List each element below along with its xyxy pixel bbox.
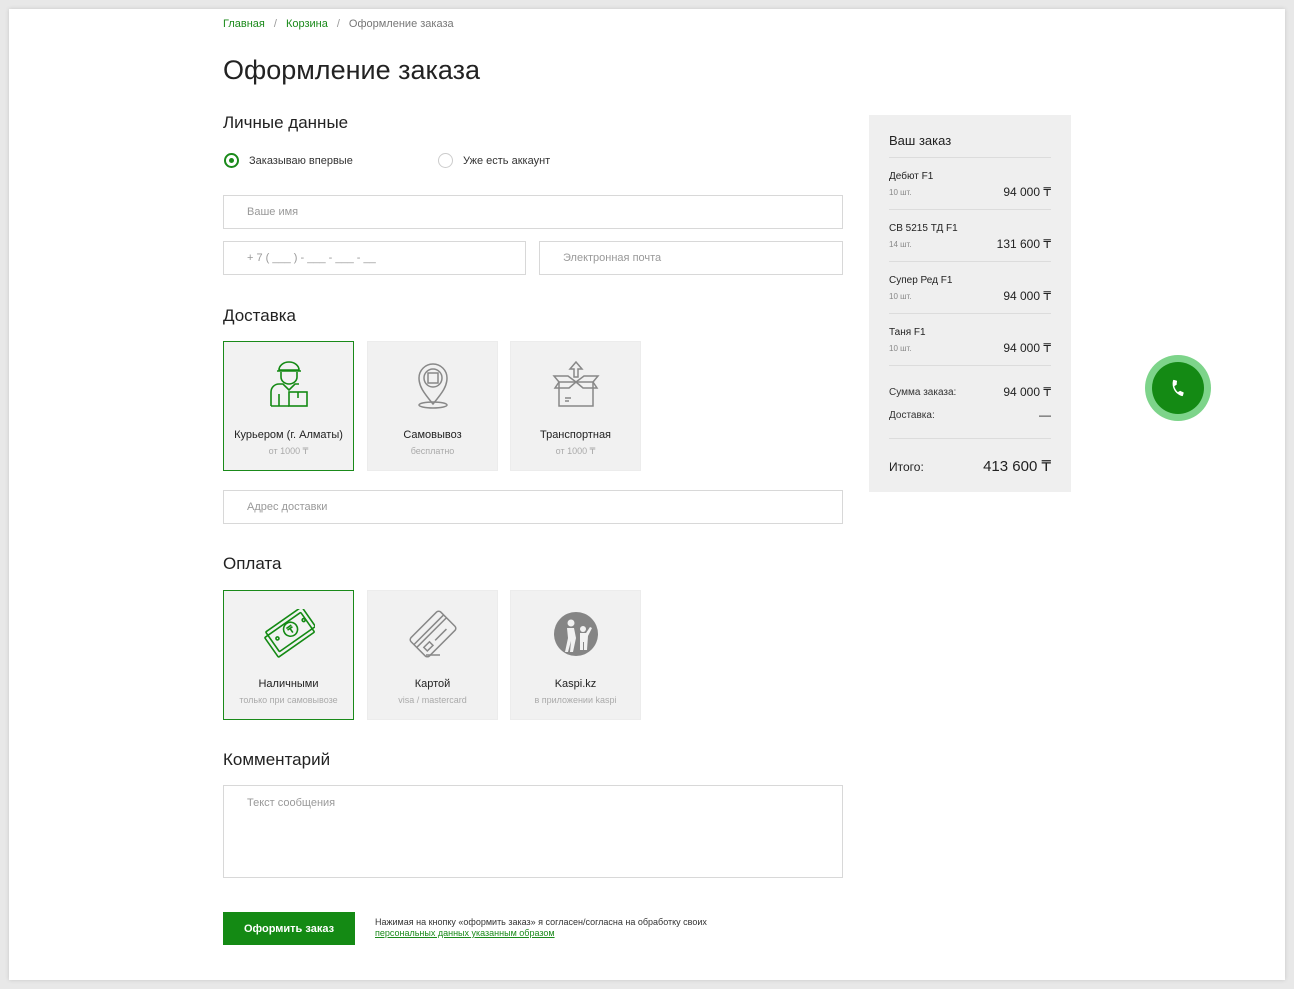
order-item-qty: 10 шт. (889, 344, 912, 353)
delivery-option-pickup[interactable]: Самовывоз бесплатно (367, 341, 498, 471)
breadcrumb-separator: / (336, 18, 340, 30)
delivery-option-title: Транспортная (539, 429, 612, 441)
payment-option-title: Картой (414, 678, 451, 690)
radio-first-order-label: Заказываю впервые (249, 154, 353, 167)
divider (889, 209, 1051, 210)
box-icon (549, 358, 603, 412)
divider (889, 438, 1051, 439)
kaspi-icon (549, 607, 603, 661)
email-input-placeholder: Электронная почта (563, 252, 662, 264)
callback-button-inner (1152, 362, 1204, 414)
radio-checked-icon (224, 153, 239, 168)
phone-input[interactable]: + 7 ( ___ ) - ___ - ___ - __ (223, 241, 526, 275)
order-item-price: 94 000 ₸ (1003, 185, 1051, 199)
checkout-page: Главная / Корзина / Оформление заказа Оф… (9, 9, 1285, 980)
breadcrumb-current: Оформление заказа (348, 18, 454, 30)
order-item-name: СВ 5215 ТД F1 (889, 223, 958, 234)
name-input-placeholder: Ваше имя (247, 206, 299, 218)
consent-link[interactable]: персональных данных указанным образом (375, 928, 555, 938)
phone-icon (1172, 379, 1184, 397)
delivery-cost-label: Доставка: (889, 410, 935, 421)
order-summary: Ваш заказ Дебют F1 10 шт. 94 000 ₸ СВ 52… (869, 115, 1071, 492)
comment-textarea[interactable]: Текст сообщения (223, 785, 843, 878)
payment-option-title: Kaspi.kz (554, 678, 597, 690)
order-item-name: Таня F1 (889, 327, 926, 338)
delivery-option-title: Самовывоз (403, 429, 462, 441)
order-item-qty: 10 шт. (889, 188, 912, 197)
order-summary-title: Ваш заказ (889, 133, 952, 148)
radio-has-account[interactable]: Уже есть аккаунт (438, 153, 550, 168)
consent-note: Нажимая на кнопку «оформить заказ» я сог… (375, 917, 715, 939)
payment-section-title: Оплата (223, 554, 282, 573)
email-input[interactable]: Электронная почта (539, 241, 843, 275)
delivery-section-title: Доставка (223, 306, 297, 325)
breadcrumb-separator: / (273, 18, 277, 30)
payment-option-sub: только при самовывозе (239, 695, 338, 705)
callback-button[interactable] (1145, 355, 1211, 421)
payment-option-sub: visa / mastercard (398, 695, 467, 705)
payment-option-sub: в приложении kaspi (534, 695, 617, 705)
delivery-option-sub: от 1000 ₸ (555, 446, 596, 456)
name-input[interactable]: Ваше имя (223, 195, 843, 229)
total-label: Итого: (889, 460, 924, 474)
breadcrumb-home[interactable]: Главная (223, 18, 265, 30)
divider (889, 157, 1051, 158)
comment-section-title: Комментарий (223, 750, 331, 769)
breadcrumb: Главная / Корзина / Оформление заказа (223, 18, 454, 30)
radio-unchecked-icon (438, 153, 453, 168)
page-title: Оформление заказа (223, 55, 481, 85)
consent-text: Нажимая на кнопку «оформить заказ» я сог… (375, 917, 707, 927)
total-value: 413 600 ₸ (983, 458, 1051, 475)
order-item-name: Дебют F1 (889, 171, 934, 182)
personal-section-title: Личные данные (223, 113, 349, 132)
breadcrumb-cart[interactable]: Корзина (286, 18, 328, 30)
address-input-placeholder: Адрес доставки (247, 501, 328, 513)
divider (889, 261, 1051, 262)
order-item-price: 131 600 ₸ (996, 237, 1051, 251)
cash-icon (262, 607, 316, 661)
submit-order-button[interactable]: Оформить заказ (223, 912, 355, 945)
divider (889, 313, 1051, 314)
order-item-price: 94 000 ₸ (1003, 341, 1051, 355)
divider (889, 365, 1051, 366)
order-item-qty: 10 шт. (889, 292, 912, 301)
address-input[interactable]: Адрес доставки (223, 490, 843, 524)
order-item-qty: 14 шт. (889, 240, 912, 249)
phone-input-placeholder: + 7 ( ___ ) - ___ - ___ - __ (247, 252, 376, 264)
order-item-price: 94 000 ₸ (1003, 289, 1051, 303)
pickup-pin-icon (406, 358, 460, 412)
order-sum-value: 94 000 ₸ (1003, 385, 1051, 399)
radio-first-order[interactable]: Заказываю впервые (224, 153, 353, 168)
delivery-option-sub: от 1000 ₸ (268, 446, 309, 456)
delivery-option-courier[interactable]: Курьером (г. Алматы) от 1000 ₸ (223, 341, 354, 471)
comment-placeholder: Текст сообщения (247, 797, 336, 809)
payment-option-card[interactable]: Картой visa / mastercard (367, 590, 498, 720)
order-item-name: Супер Ред F1 (889, 275, 953, 286)
payment-option-kaspi[interactable]: Kaspi.kz в приложении kaspi (510, 590, 641, 720)
card-icon (406, 607, 460, 661)
order-sum-label: Сумма заказа: (889, 387, 957, 398)
payment-option-title: Наличными (258, 678, 319, 690)
radio-has-account-label: Уже есть аккаунт (463, 154, 551, 167)
payment-option-cash[interactable]: Наличными только при самовывозе (223, 590, 354, 720)
delivery-option-transport[interactable]: Транспортная от 1000 ₸ (510, 341, 641, 471)
delivery-option-title: Курьером (г. Алматы) (234, 429, 343, 441)
delivery-cost-value: — (1039, 408, 1051, 422)
delivery-option-sub: бесплатно (410, 446, 455, 456)
courier-icon (262, 358, 316, 412)
